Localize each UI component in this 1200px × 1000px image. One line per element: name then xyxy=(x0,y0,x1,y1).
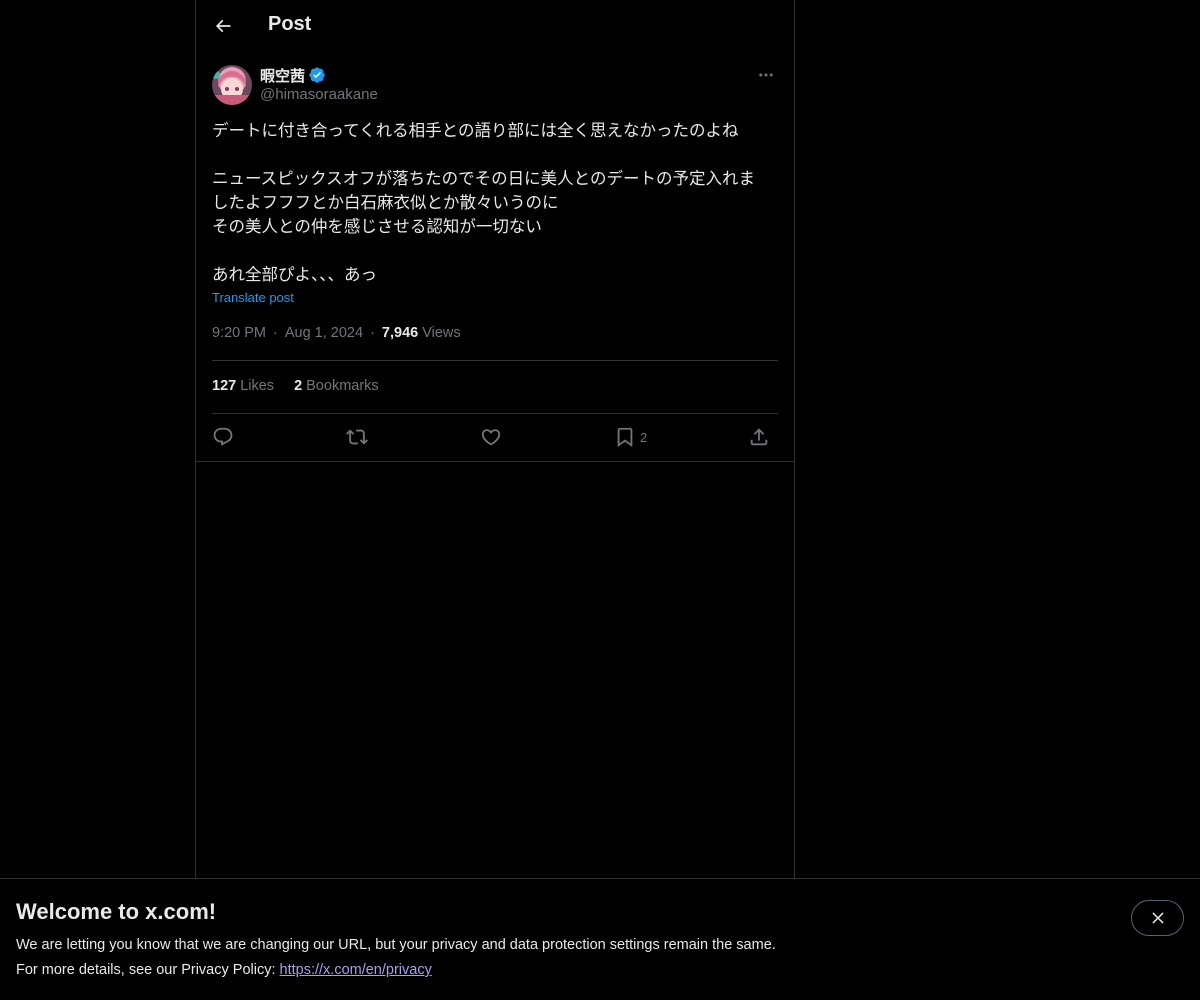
post-author: 暇空茜 @himasoraakane xyxy=(212,65,778,107)
post-meta: 9:20 PM · Aug 1, 2024 · 7,946 Views xyxy=(212,325,461,341)
share-icon xyxy=(750,428,768,446)
post-header: Post xyxy=(196,0,794,53)
close-icon xyxy=(1151,912,1164,924)
meta-separator: · xyxy=(370,325,375,341)
meta-separator: · xyxy=(273,325,278,341)
back-button[interactable] xyxy=(206,9,240,43)
welcome-banner: Welcome to x.com! We are letting you kno… xyxy=(0,878,1200,1000)
reply-icon xyxy=(213,427,233,446)
repost-button[interactable] xyxy=(346,424,368,450)
banner-close-button[interactable] xyxy=(1131,900,1184,936)
likes-stat[interactable]: 127 Likes xyxy=(212,378,274,394)
views-label: Views xyxy=(422,325,461,341)
repost-icon xyxy=(346,429,368,445)
post-date[interactable]: Aug 1, 2024 xyxy=(285,325,363,341)
bookmarks-label: Bookmarks xyxy=(306,378,379,394)
share-button[interactable] xyxy=(748,424,770,450)
arrow-left-icon xyxy=(215,19,231,33)
views-count: 7,946 xyxy=(381,325,419,341)
divider xyxy=(196,461,794,462)
bookmark-button[interactable]: 2 xyxy=(614,424,647,450)
bookmark-icon xyxy=(617,427,633,448)
post-views: 7,946 Views xyxy=(382,325,461,341)
likes-label: Likes xyxy=(240,378,275,394)
like-button[interactable] xyxy=(480,424,502,450)
privacy-policy-link[interactable]: https://x.com/en/privacy xyxy=(280,962,432,978)
translate-post-link[interactable]: Translate post xyxy=(212,290,294,305)
post-time[interactable]: 9:20 PM xyxy=(212,325,266,341)
bookmark-count: 2 xyxy=(640,429,648,445)
verified-badge-icon xyxy=(308,66,326,84)
banner-privacy-prefix: For more details, see our Privacy Policy… xyxy=(16,962,280,978)
more-button[interactable] xyxy=(754,65,778,85)
likes-count: 127 xyxy=(212,378,237,394)
divider xyxy=(212,360,778,361)
display-name-row: 暇空茜 xyxy=(260,65,326,85)
post-column: Post 暇空茜 @himasoraakane デートに付き合ってくれる相手との… xyxy=(195,0,795,878)
page-title: Post xyxy=(268,13,312,35)
post-stats: 127 Likes 2 Bookmarks xyxy=(212,378,379,394)
reply-button[interactable] xyxy=(212,424,234,450)
divider xyxy=(212,413,778,414)
banner-privacy-line: For more details, see our Privacy Policy… xyxy=(16,962,432,978)
banner-title: Welcome to x.com! xyxy=(16,899,217,924)
bookmarks-stat[interactable]: 2 Bookmarks xyxy=(294,378,379,394)
post-actions: 2 xyxy=(212,424,778,450)
more-dots-icon xyxy=(759,73,773,77)
avatar[interactable] xyxy=(212,65,252,105)
display-name[interactable]: 暇空茜 xyxy=(260,65,305,86)
bookmarks-count: 2 xyxy=(294,378,303,394)
heart-icon xyxy=(481,429,501,446)
post-text: デートに付き合ってくれる相手との語り部には全く思えなかったのよね ニュースピック… xyxy=(212,122,756,284)
author-handle[interactable]: @himasoraakane xyxy=(260,86,378,103)
banner-message: We are letting you know that we are chan… xyxy=(16,937,776,953)
